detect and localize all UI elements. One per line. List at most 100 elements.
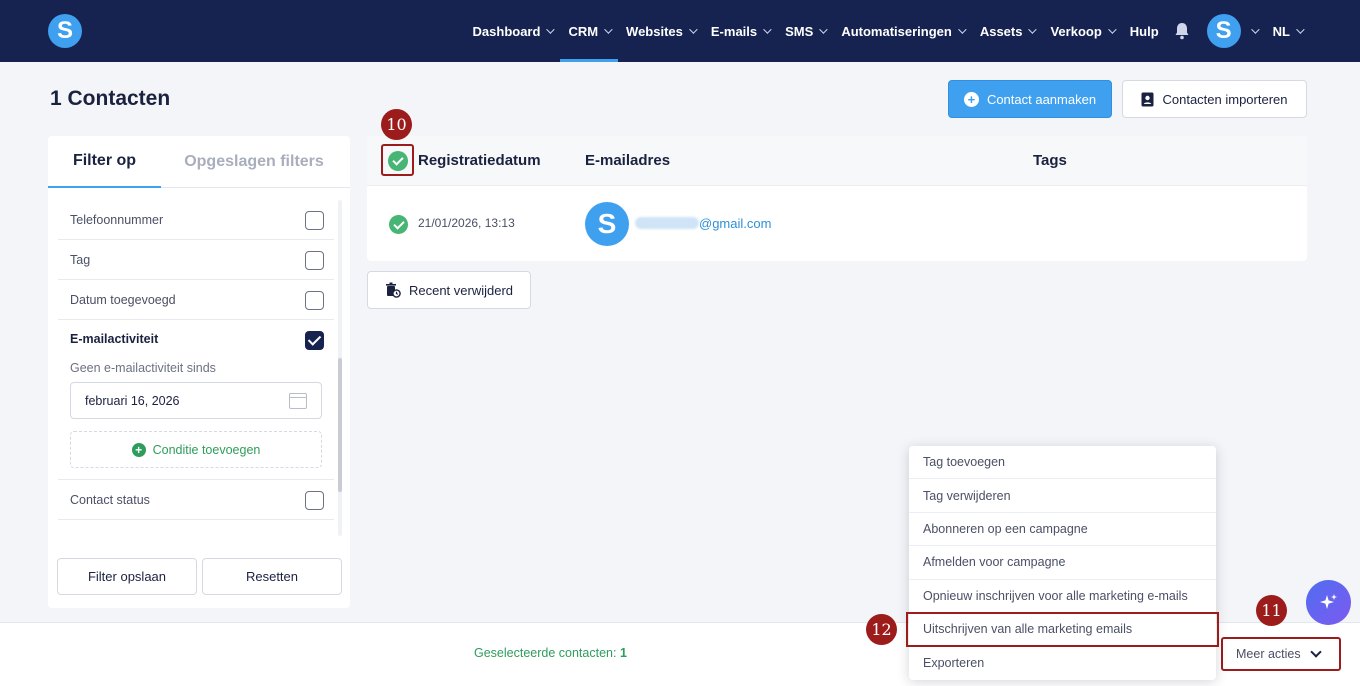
user-avatar[interactable]: S bbox=[1206, 14, 1241, 48]
nav-item-emails[interactable]: E-mails bbox=[703, 0, 777, 62]
nav-label: Websites bbox=[626, 23, 683, 39]
calendar-icon[interactable] bbox=[289, 393, 307, 409]
filter-checkbox-checked[interactable] bbox=[305, 331, 324, 350]
filter-tabs: Filter op Opgeslagen filters bbox=[48, 136, 350, 188]
chevron-down-icon bbox=[1107, 25, 1117, 34]
chevron-down-icon bbox=[1296, 25, 1305, 34]
create-contact-label: Contact aanmaken bbox=[986, 91, 1097, 107]
email-domain: @gmail.com bbox=[699, 216, 772, 231]
chevron-down-icon bbox=[1028, 25, 1038, 34]
chevron-down-icon bbox=[604, 25, 613, 34]
nav-item-dashboard[interactable]: Dashboard bbox=[465, 0, 561, 62]
language-selector[interactable]: NL bbox=[1265, 0, 1310, 62]
more-actions-button[interactable]: Meer acties bbox=[1221, 637, 1341, 671]
nav-item-hulp[interactable]: Hulp bbox=[1122, 0, 1167, 62]
selected-contacts-count: Geselecteerde contacten: 1 bbox=[474, 646, 627, 660]
nav-label: E-mails bbox=[710, 23, 758, 39]
menu-item-unsubscribe-all[interactable]: Uitschrijven van alle marketing emails bbox=[906, 611, 1219, 648]
nav-item-sms[interactable]: SMS bbox=[777, 0, 833, 62]
column-header-emailadres[interactable]: E-mailadres bbox=[585, 152, 670, 169]
column-header-tags: Tags bbox=[1033, 152, 1067, 169]
trash-clock-icon bbox=[385, 282, 401, 298]
column-header-registratiedatum[interactable]: Registratiedatum bbox=[418, 152, 541, 169]
nav-menu: Dashboard CRM Websites E-mails SMS Autom… bbox=[465, 0, 1310, 62]
plus-circle-icon: + bbox=[963, 91, 979, 107]
selected-count-value: 1 bbox=[619, 646, 627, 660]
page-title: 1 Contacten bbox=[50, 87, 171, 110]
more-actions-dropdown: Tag toevoegen Tag verwijderen Abonneren … bbox=[906, 446, 1219, 680]
import-contacts-button[interactable]: Contacten importeren bbox=[1122, 80, 1307, 118]
contact-avatar: S bbox=[585, 202, 629, 246]
chevron-down-icon bbox=[546, 25, 556, 34]
nav-label: Verkoop bbox=[1050, 23, 1102, 39]
app-logo[interactable]: S bbox=[48, 14, 82, 48]
chevron-down-icon bbox=[689, 25, 698, 34]
add-condition-button[interactable]: + Conditie toevoegen bbox=[70, 431, 322, 468]
filter-checkbox[interactable] bbox=[305, 211, 324, 230]
contact-email-link[interactable]: @gmail.com bbox=[635, 216, 771, 231]
menu-item-export[interactable]: Exporteren bbox=[909, 646, 1216, 679]
row-checkbox[interactable] bbox=[389, 215, 408, 234]
contact-card-icon bbox=[1141, 92, 1154, 106]
filter-list: Telefoonnummer Tag Datum toegevoegd E-ma… bbox=[58, 200, 334, 536]
more-actions-label: Meer acties bbox=[1236, 647, 1301, 661]
create-contact-button[interactable]: + Contact aanmaken bbox=[948, 80, 1112, 118]
nav-item-crm[interactable]: CRM bbox=[560, 0, 618, 62]
step-marker-12: 12 bbox=[866, 614, 897, 645]
redacted-email-part bbox=[635, 217, 699, 229]
filter-sub-label: Geen e-mailactiviteit sinds bbox=[70, 361, 216, 375]
save-filter-button[interactable]: Filter opslaan bbox=[57, 558, 197, 595]
filter-row-email-activity: E-mailactiviteit Geen e-mailactiviteit s… bbox=[58, 320, 334, 480]
tab-saved-filters[interactable]: Opgeslagen filters bbox=[178, 136, 330, 188]
nav-label: Automatiseringen bbox=[841, 23, 952, 39]
recent-deleted-button[interactable]: Recent verwijderd bbox=[367, 271, 531, 309]
filter-scrollbar[interactable] bbox=[338, 358, 342, 492]
contacts-table: Registratiedatum E-mailadres Tags 21/01/… bbox=[367, 136, 1307, 261]
filter-row-telefoonnummer[interactable]: Telefoonnummer bbox=[58, 200, 334, 240]
reset-button[interactable]: Resetten bbox=[202, 558, 342, 595]
filter-checkbox[interactable] bbox=[305, 291, 324, 310]
menu-item-remove-tag[interactable]: Tag verwijderen bbox=[909, 479, 1216, 513]
filter-label: E-mailactiviteit bbox=[70, 332, 159, 346]
date-picker-input[interactable]: februari 16, 2026 bbox=[70, 382, 322, 419]
filter-checkbox[interactable] bbox=[305, 251, 324, 270]
step-marker-11: 11 bbox=[1256, 595, 1287, 626]
filter-label: Telefoonnummer bbox=[70, 212, 164, 227]
filter-label: Contact status bbox=[70, 492, 150, 507]
nav-label: CRM bbox=[568, 23, 599, 39]
menu-item-add-tag[interactable]: Tag toevoegen bbox=[909, 446, 1216, 480]
filter-panel: Filter op Opgeslagen filters Telefoonnum… bbox=[48, 136, 350, 608]
registration-date: 21/01/2026, 13:13 bbox=[418, 216, 515, 230]
filter-checkbox[interactable] bbox=[305, 491, 324, 510]
user-menu-toggle[interactable] bbox=[1241, 0, 1265, 62]
menu-item-unsubscribe-campaign[interactable]: Afmelden voor campagne bbox=[909, 546, 1216, 580]
bell-icon[interactable] bbox=[1167, 0, 1197, 62]
chevron-down-icon bbox=[957, 25, 967, 34]
menu-item-subscribe-campaign[interactable]: Abonneren op een campagne bbox=[909, 513, 1216, 547]
filter-label: Tag bbox=[70, 252, 91, 267]
table-header: Registratiedatum E-mailadres Tags bbox=[367, 136, 1307, 186]
nav-item-verkoop[interactable]: Verkoop bbox=[1042, 0, 1121, 62]
selected-label: Geselecteerde contacten: bbox=[474, 646, 617, 660]
nav-label: Assets bbox=[979, 23, 1023, 39]
recent-deleted-label: Recent verwijderd bbox=[408, 282, 514, 298]
highlight-select-all bbox=[381, 144, 414, 176]
chevron-down-icon bbox=[819, 25, 828, 34]
date-value: februari 16, 2026 bbox=[85, 393, 180, 408]
import-contacts-label: Contacten importeren bbox=[1162, 91, 1288, 107]
step-marker-10: 10 bbox=[381, 109, 412, 140]
chevron-down-icon bbox=[763, 25, 772, 34]
nav-label: SMS bbox=[785, 23, 814, 39]
nav-item-assets[interactable]: Assets bbox=[972, 0, 1043, 62]
menu-item-resubscribe-all[interactable]: Opnieuw inschrijven voor alle marketing … bbox=[909, 580, 1216, 613]
filter-row-datum-toegevoegd[interactable]: Datum toegevoegd bbox=[58, 280, 334, 320]
sparkle-icon bbox=[1319, 593, 1337, 609]
ai-assistant-button[interactable] bbox=[1306, 580, 1351, 625]
nav-item-websites[interactable]: Websites bbox=[618, 0, 703, 62]
tab-filter-op[interactable]: Filter op bbox=[48, 136, 161, 188]
language-label: NL bbox=[1272, 23, 1290, 39]
filter-row-tag[interactable]: Tag bbox=[58, 240, 334, 280]
filter-row-contact-status[interactable]: Contact status bbox=[58, 480, 334, 520]
nav-item-automatiseringen[interactable]: Automatiseringen bbox=[833, 0, 972, 62]
plus-circle-icon: + bbox=[131, 442, 146, 457]
